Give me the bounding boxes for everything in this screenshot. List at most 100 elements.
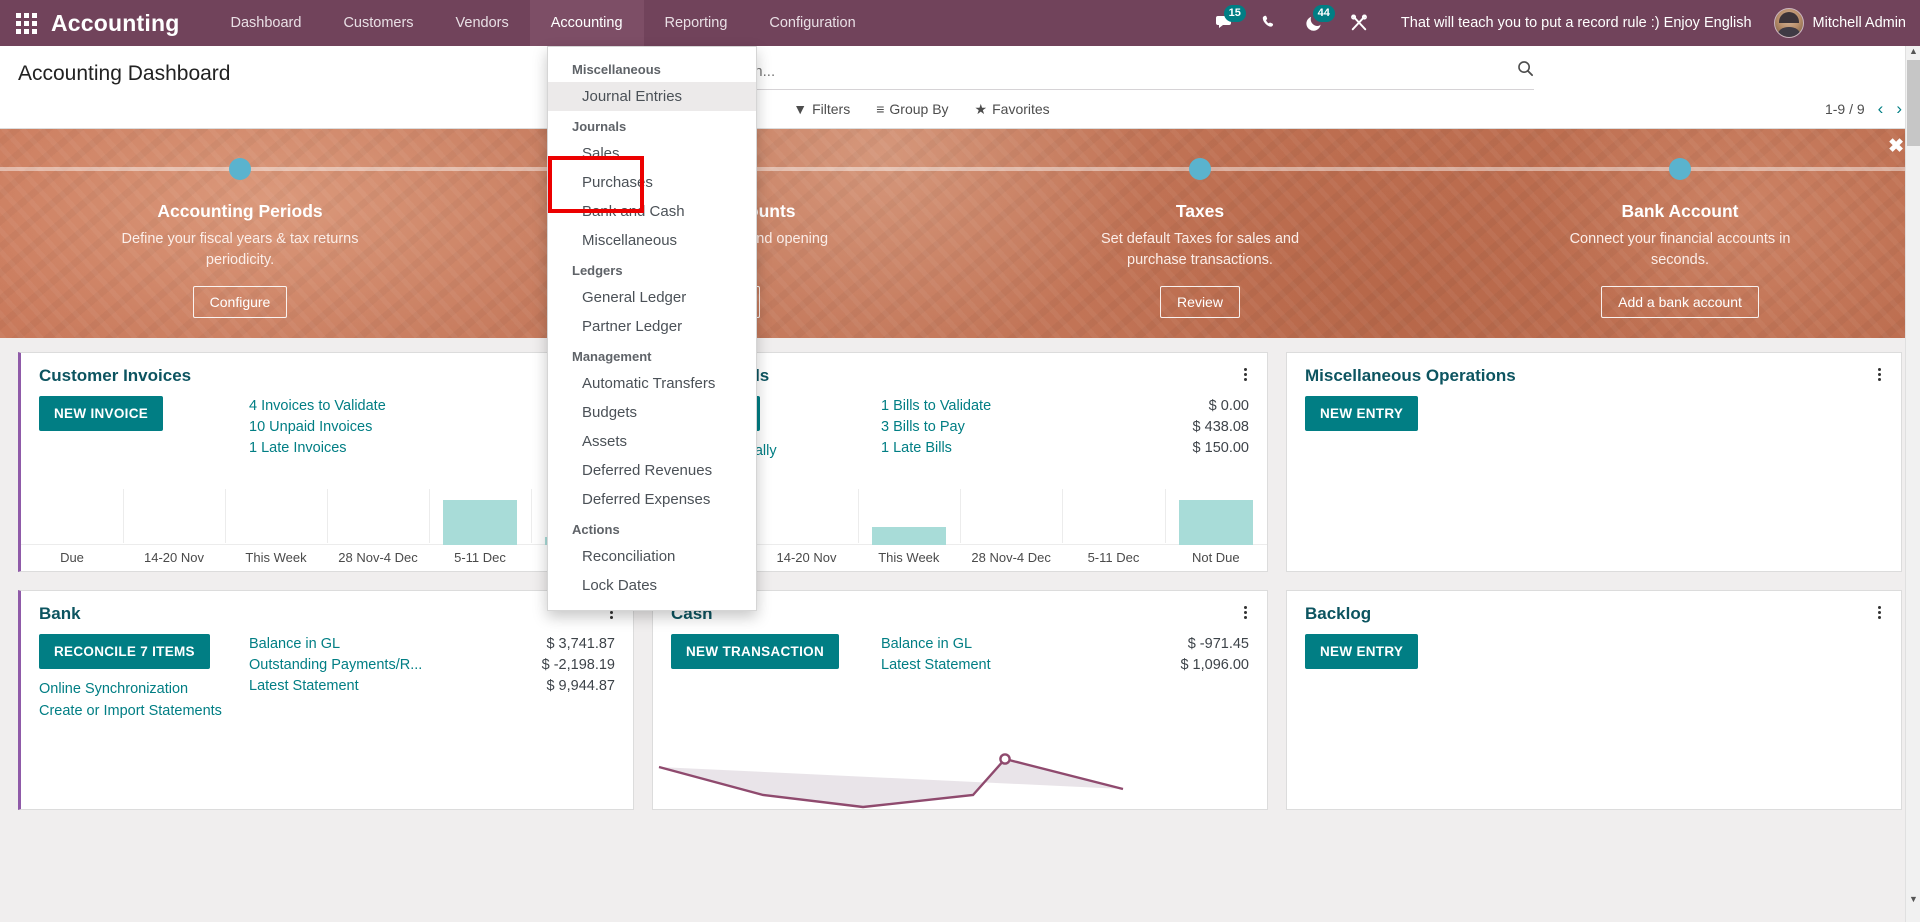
step-dot-icon [1669, 158, 1691, 180]
card-header: Miscellaneous Operations [1287, 353, 1901, 386]
new-transaction-button[interactable]: NEW TRANSACTION [671, 634, 839, 669]
cash-line-chart[interactable] [653, 749, 1133, 809]
card-customer-invoices[interactable]: Customer Invoices NEW INVOICE 4 Invoices… [18, 352, 634, 572]
page-scrollbar[interactable]: ▲ ▼ [1905, 0, 1920, 922]
chart-bar[interactable] [871, 527, 946, 545]
pager-next-icon[interactable]: › [1896, 99, 1902, 119]
card-backlog[interactable]: Backlog NEW ENTRY [1286, 590, 1902, 810]
dropdown-item-assets[interactable]: Assets [548, 427, 756, 456]
banner-close-icon[interactable]: ✖ [1888, 137, 1904, 156]
chart-column: 28 Nov-4 Dec [327, 483, 429, 571]
search-icon[interactable] [1509, 60, 1534, 82]
reconcile-items-button[interactable]: RECONCILE 7 ITEMS [39, 634, 210, 669]
stat-label-latest-statement[interactable]: Latest Statement [249, 676, 359, 697]
chart-column: This Week [225, 483, 327, 571]
dropdown-item-deferred-revenues[interactable]: Deferred Revenues [548, 456, 756, 485]
chart-x-label: 28 Nov-4 Dec [971, 550, 1051, 565]
step-title: Taxes [1175, 201, 1225, 221]
menu-vendors[interactable]: Vendors [435, 0, 530, 46]
chart-x-label: 14-20 Nov [144, 550, 204, 565]
chart-bar[interactable] [443, 500, 517, 545]
pager-count: 1-9 / 9 [1824, 101, 1865, 117]
chart-column: 14-20 Nov [755, 483, 857, 571]
pager-previous-icon[interactable]: ‹ [1878, 99, 1884, 119]
search-area: ▼ Favorites ✕ [230, 60, 1902, 90]
new-entry-button[interactable]: NEW ENTRY [1305, 634, 1419, 669]
dropdown-item-bank-and-cash[interactable]: Bank and Cash [548, 197, 756, 226]
stat-value-latest-statement: $ 9,944.87 [546, 678, 615, 694]
card-title[interactable]: Miscellaneous Operations [1305, 366, 1874, 386]
tools-icon[interactable] [1337, 0, 1381, 46]
group-by-button[interactable]: ≡ Group By [876, 101, 948, 118]
dropdown-item-lock-dates[interactable]: Lock Dates [548, 571, 756, 600]
create-or-import-statements-link[interactable]: Create or Import Statements [39, 700, 239, 722]
dropdown-section-management: Management [572, 349, 652, 364]
user-name: Mitchell Admin [1812, 15, 1906, 31]
scrollbar-thumb[interactable] [1907, 60, 1920, 146]
favorites-label: Favorites [992, 101, 1050, 117]
card-options-icon[interactable] [1240, 604, 1251, 623]
dropdown-item-sales[interactable]: Sales [548, 139, 756, 168]
new-invoice-button[interactable]: NEW INVOICE [39, 396, 164, 431]
new-entry-button[interactable]: NEW ENTRY [1305, 396, 1419, 431]
messages-icon[interactable]: 15 [1202, 0, 1248, 46]
dropdown-item-purchases[interactable]: Purchases [548, 168, 756, 197]
menu-reporting[interactable]: Reporting [644, 0, 749, 46]
stat-label-bills-to-pay[interactable]: 3 Bills to Pay [881, 417, 965, 438]
stat-label-balance-in-gl[interactable]: Balance in GL [881, 634, 972, 655]
card-body: NEW TRANSACTION Balance in GL $ -971.45 … [653, 624, 1267, 676]
stat-label-bills-to-validate[interactable]: 1 Bills to Validate [881, 396, 991, 417]
stat-label-late-bills[interactable]: 1 Late Bills [881, 438, 952, 459]
app-brand[interactable]: Accounting [51, 0, 210, 46]
dropdown-item-general-ledger[interactable]: General Ledger [548, 283, 756, 312]
menu-accounting[interactable]: Accounting [529, 0, 644, 46]
phone-icon[interactable] [1248, 0, 1292, 46]
stat-label-unpaid-invoices[interactable]: 10 Unpaid Invoices [249, 417, 372, 438]
stat-label-outstanding-payments[interactable]: Outstanding Payments/R... [249, 655, 422, 676]
dropdown-item-automatic-transfers[interactable]: Automatic Transfers [548, 369, 756, 398]
review-taxes-button[interactable]: Review [1160, 286, 1240, 318]
step-title: Accounting Periods [157, 201, 323, 221]
card-options-icon[interactable] [1874, 604, 1885, 623]
card-options-icon[interactable] [1874, 366, 1885, 385]
activities-icon[interactable]: 44 [1292, 0, 1337, 46]
chart-bar[interactable] [1178, 500, 1253, 545]
filters-button[interactable]: ▼ Filters [793, 101, 850, 118]
menu-dashboard[interactable]: Dashboard [210, 0, 323, 46]
apps-menu-button[interactable] [0, 0, 51, 46]
favorites-button[interactable]: ★ Favorites [975, 101, 1050, 118]
card-title[interactable]: Customer Invoices [39, 366, 606, 386]
menu-customers[interactable]: Customers [322, 0, 434, 46]
search-input[interactable] [708, 62, 1509, 80]
stat-label-balance-in-gl[interactable]: Balance in GL [249, 634, 340, 655]
chart-x-label: Due [60, 550, 84, 565]
card-bank[interactable]: Bank RECONCILE 7 ITEMS Online Synchroniz… [18, 590, 634, 810]
menu-configuration[interactable]: Configuration [748, 0, 876, 46]
dropdown-item-deferred-expenses[interactable]: Deferred Expenses [548, 485, 756, 514]
customer-invoices-bar-chart[interactable]: Due 14-20 Nov This Week 28 Nov-4 Dec 5-1… [21, 483, 633, 571]
card-title[interactable]: Backlog [1305, 604, 1874, 624]
card-cash[interactable]: Cash NEW TRANSACTION Balance in GL $ -97… [652, 590, 1268, 810]
configure-button[interactable]: Configure [192, 286, 288, 318]
card-actions: NEW TRANSACTION [671, 634, 871, 676]
card-actions: NEW ENTRY [1305, 634, 1505, 669]
card-miscellaneous-operations[interactable]: Miscellaneous Operations NEW ENTRY [1286, 352, 1902, 572]
scroll-down-icon[interactable]: ▼ [1906, 891, 1920, 906]
stat-row: 1 Late Bills $ 150.00 [881, 438, 1249, 459]
chart-column: Not Due [1164, 483, 1267, 571]
add-bank-account-button[interactable]: Add a bank account [1601, 286, 1759, 318]
dropdown-item-reconciliation[interactable]: Reconciliation [548, 542, 756, 571]
stat-label-latest-statement[interactable]: Latest Statement [881, 655, 991, 676]
online-synchronization-link[interactable]: Online Synchronization [39, 678, 239, 700]
dropdown-item-miscellaneous[interactable]: Miscellaneous [548, 226, 756, 255]
stat-label-late-invoices[interactable]: 1 Late Invoices [249, 438, 347, 459]
card-options-icon[interactable] [1240, 366, 1251, 385]
apps-grid-icon [16, 12, 37, 34]
dropdown-item-budgets[interactable]: Budgets [548, 398, 756, 427]
dropdown-item-partner-ledger[interactable]: Partner Ledger [548, 312, 756, 341]
card-title[interactable]: Bank [39, 604, 606, 624]
stat-label-invoices-to-validate[interactable]: 4 Invoices to Validate [249, 396, 386, 417]
main-menu: Dashboard Customers Vendors Accounting R… [210, 0, 877, 46]
user-menu[interactable]: Mitchell Admin [1768, 8, 1906, 38]
dropdown-item-journal-entries[interactable]: Journal Entries [548, 82, 756, 111]
